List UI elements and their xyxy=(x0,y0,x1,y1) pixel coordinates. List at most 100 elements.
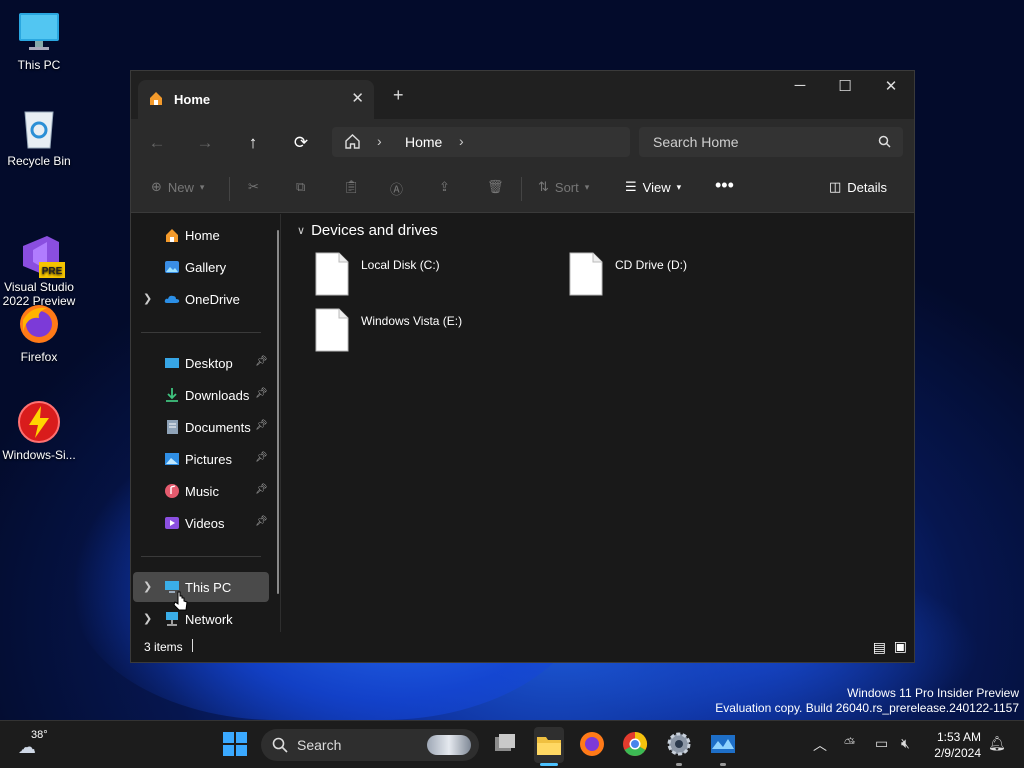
chevron-right-icon[interactable]: ❯ xyxy=(143,580,152,593)
file-explorer-taskbar-button[interactable] xyxy=(534,727,564,763)
search-icon xyxy=(878,135,891,151)
sidebar-item-label: Videos xyxy=(185,516,225,531)
documents-icon xyxy=(164,419,180,435)
search-input[interactable]: Search Home xyxy=(639,127,903,157)
drive-item[interactable]: CD Drive (D:) xyxy=(569,252,687,296)
drive-item[interactable]: Windows Vista (E:) xyxy=(315,308,462,352)
chevron-right-icon[interactable]: ❯ xyxy=(143,612,152,625)
sidebar-item-gallery[interactable]: Gallery xyxy=(133,252,269,282)
delete-button[interactable]: 🗑︎ xyxy=(487,179,504,195)
sidebar-item-desktop[interactable]: Desktop 📌︎ xyxy=(133,348,269,378)
volume-muted-icon[interactable]: 🔇︎ xyxy=(901,735,910,752)
taskbar-search-box[interactable]: Search xyxy=(261,729,479,761)
chevron-down-icon: ▾ xyxy=(199,181,205,192)
firefox-icon xyxy=(17,302,61,346)
blank-document-icon xyxy=(569,252,603,296)
close-tab-icon[interactable]: ✕ xyxy=(351,89,364,107)
display-icon[interactable]: ▭ xyxy=(875,735,888,752)
task-view-button[interactable] xyxy=(491,731,519,759)
app-taskbar-button[interactable] xyxy=(710,731,738,759)
tab-home[interactable]: Home ✕ xyxy=(138,80,374,119)
minimize-button[interactable]: ─ xyxy=(785,77,815,94)
taskbar-search-label: Search xyxy=(297,737,342,753)
chrome-taskbar-button[interactable] xyxy=(622,731,650,759)
clock[interactable]: 1:53 AM 2/9/2024 xyxy=(934,729,981,761)
sidebar-item-pictures[interactable]: Pictures 📌︎ xyxy=(133,444,269,474)
running-app-indicator xyxy=(676,763,682,766)
forward-button[interactable]: → xyxy=(193,131,217,155)
blank-document-icon xyxy=(315,252,349,296)
sidebar-item-documents[interactable]: Documents 📌︎ xyxy=(133,412,269,442)
sidebar-item-this-pc[interactable]: ❯ This PC xyxy=(133,572,269,602)
weather-widget[interactable]: ☁ 38° xyxy=(18,729,52,759)
firefox-taskbar-button[interactable] xyxy=(579,731,607,759)
chevron-down-icon: ▾ xyxy=(676,181,682,192)
chevron-right-icon[interactable]: ❯ xyxy=(143,292,152,305)
sidebar-item-music[interactable]: Music 📌︎ xyxy=(133,476,269,506)
home-icon xyxy=(148,90,164,109)
watermark-line1: Windows 11 Pro Insider Preview xyxy=(847,686,1019,700)
notification-bell-icon[interactable]: 🔔︎ xyxy=(988,735,1006,752)
close-window-button[interactable]: ✕ xyxy=(876,77,906,95)
share-button[interactable]: ⇪ xyxy=(439,179,450,195)
new-tab-button[interactable]: + xyxy=(393,85,404,106)
sidebar-item-network[interactable]: ❯ Network xyxy=(133,604,269,634)
view-button[interactable]: ☰ View ▾ xyxy=(625,179,681,195)
paste-button[interactable]: 📋︎ xyxy=(343,179,360,195)
desktop-icon-this-pc[interactable]: This PC xyxy=(1,10,77,72)
tiles-view-icon[interactable]: ▣ xyxy=(894,638,907,655)
sidebar-item-videos[interactable]: Videos 📌︎ xyxy=(133,508,269,538)
start-button[interactable] xyxy=(222,731,250,759)
drive-name: CD Drive (D:) xyxy=(615,258,687,272)
pin-icon: 📌︎ xyxy=(255,388,268,399)
desktop-icon-windows-si[interactable]: Windows-Si... xyxy=(1,400,77,462)
sidebar-item-onedrive[interactable]: ❯ OneDrive xyxy=(133,284,269,314)
details-pane-icon: ◫ xyxy=(829,179,842,194)
network-disconnected-icon[interactable]: ⛅︎ xyxy=(844,735,855,752)
desktop-icon-label: This PC xyxy=(17,58,61,72)
pin-icon: 📌︎ xyxy=(255,516,268,527)
group-header-devices[interactable]: ∨ Devices and drives xyxy=(297,222,438,239)
sidebar-item-downloads[interactable]: Downloads 📌︎ xyxy=(133,380,269,410)
pictures-icon xyxy=(164,451,180,467)
copy-button[interactable]: ⧉ xyxy=(296,179,305,195)
active-app-indicator xyxy=(540,763,558,766)
more-options-button[interactable]: ••• xyxy=(715,175,734,196)
details-label: Details xyxy=(847,179,888,195)
sort-button[interactable]: ⇅ Sort ▾ xyxy=(538,179,589,195)
sidebar-item-label: Desktop xyxy=(185,356,233,371)
chevron-up-icon[interactable]: ︿ xyxy=(813,735,827,755)
pin-icon: 📌︎ xyxy=(255,484,268,495)
back-button[interactable]: ← xyxy=(145,131,169,155)
pin-icon: 📌︎ xyxy=(255,420,268,431)
details-view-icon[interactable]: ▤ xyxy=(873,639,886,656)
item-count: 3 items xyxy=(144,640,183,654)
desktop-icon-label: Windows-Si... xyxy=(2,448,76,462)
sort-label: Sort xyxy=(554,179,579,195)
navigation-bar: ← → ↑ ⟳ › Home › Search Home xyxy=(131,119,914,165)
cut-button[interactable]: ✂ xyxy=(248,179,259,195)
search-placeholder: Search Home xyxy=(653,134,739,150)
breadcrumb-home[interactable]: Home xyxy=(405,134,442,150)
sidebar-item-label: Gallery xyxy=(185,260,227,275)
maximize-button[interactable]: ☐ xyxy=(830,77,860,95)
breadcrumb-chevron-icon[interactable]: › xyxy=(377,133,382,149)
sidebar-scrollbar[interactable] xyxy=(277,230,279,594)
sidebar-item-home[interactable]: Home xyxy=(133,220,269,250)
new-button[interactable]: ⊕ New ▾ xyxy=(151,179,204,195)
details-button[interactable]: ◫ Details xyxy=(829,179,887,195)
up-button[interactable]: ↑ xyxy=(241,131,265,155)
desktop-icon-recycle-bin[interactable]: Recycle Bin xyxy=(1,106,77,168)
drive-item[interactable]: Local Disk (C:) xyxy=(315,252,440,296)
divider xyxy=(229,177,230,201)
rename-button[interactable]: Ⓐ xyxy=(390,179,403,198)
refresh-button[interactable]: ⟳ xyxy=(289,131,313,155)
mouse-cursor-icon xyxy=(172,590,190,617)
address-bar[interactable]: › Home › xyxy=(332,127,630,157)
breadcrumb-chevron-icon[interactable]: › xyxy=(459,133,464,149)
desktop-icon-firefox[interactable]: Firefox xyxy=(1,302,77,364)
settings-taskbar-button[interactable] xyxy=(666,731,694,759)
navigation-pane: Home Gallery ❯ OneDrive Desktop 📌︎ Downl… xyxy=(131,214,281,632)
desktop-icon-label: Firefox xyxy=(20,350,58,364)
clock-time: 1:53 AM xyxy=(936,730,981,744)
